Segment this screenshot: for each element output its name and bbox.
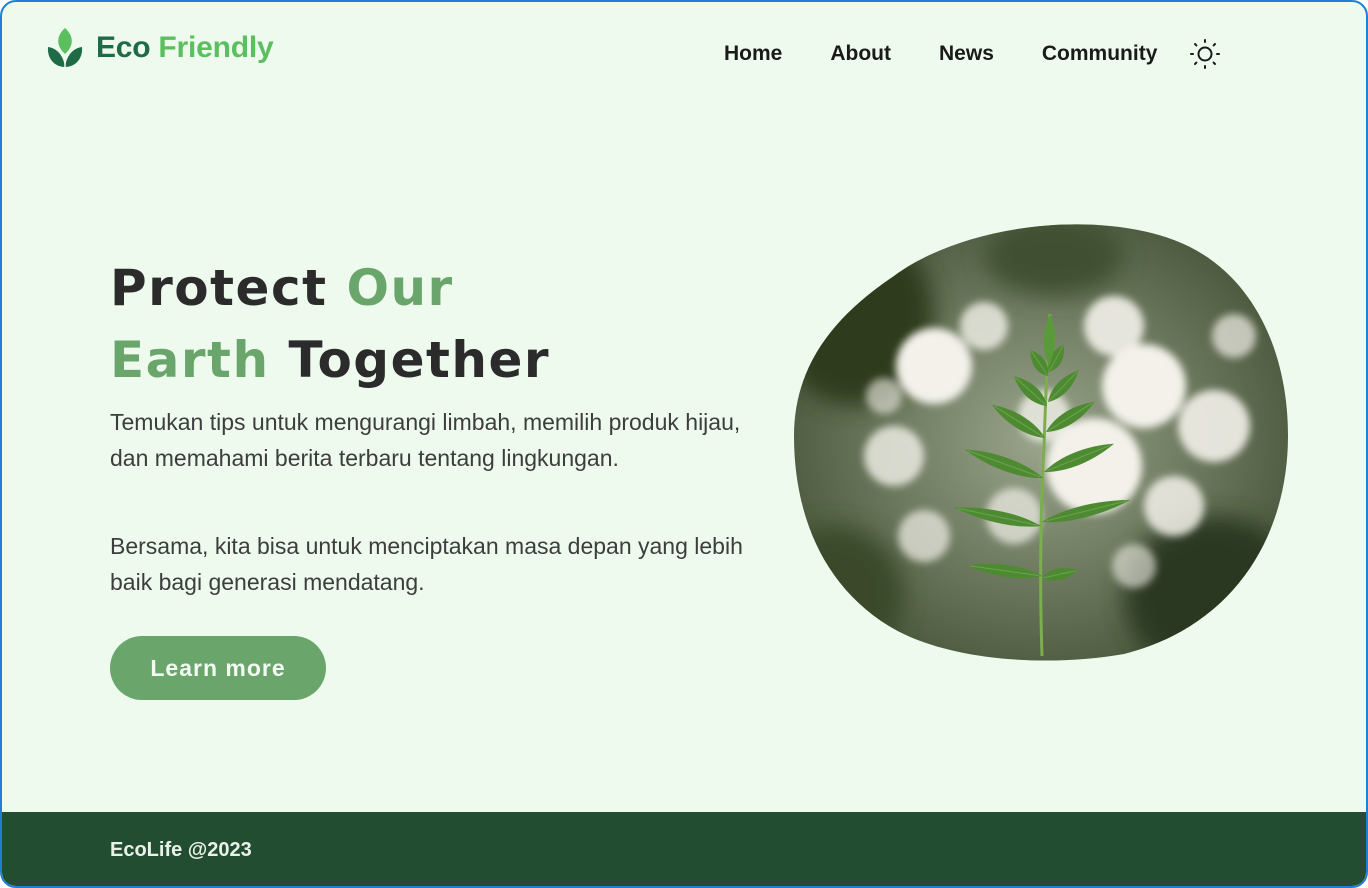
brand-logo[interactable]: Eco Friendly	[46, 24, 274, 72]
nav-community[interactable]: Community	[1042, 42, 1158, 66]
site-header: Eco Friendly Home About News Community	[2, 2, 1366, 106]
nav-home[interactable]: Home	[724, 42, 782, 66]
learn-more-button[interactable]: Learn more	[110, 636, 326, 700]
hero-title-word-our: Our	[346, 259, 454, 317]
nav-news[interactable]: News	[939, 42, 994, 66]
site-footer: EcoLife @2023	[2, 812, 1366, 886]
page-frame: Eco Friendly Home About News Community P…	[0, 0, 1368, 888]
hero-description: Temukan tips untuk mengurangi limbah, me…	[110, 409, 741, 471]
sun-icon[interactable]	[1189, 38, 1221, 70]
brand-name-eco: Eco	[96, 31, 151, 64]
leaf-icon	[47, 28, 83, 67]
main-nav: Home About News Community	[724, 38, 1221, 70]
footer-copyright: EcoLife @2023	[110, 839, 252, 861]
hero-title-word-protect: Protect	[110, 259, 328, 317]
hero-title: Protect Our Earth Together	[110, 252, 550, 396]
brand-name: Eco Friendly	[96, 31, 274, 65]
hero-title-word-together: Together	[288, 331, 551, 389]
nav-about[interactable]: About	[830, 42, 891, 66]
hero-title-word-earth: Earth	[110, 331, 270, 389]
hero-description-secondary: Bersama, kita bisa untuk menciptakan mas…	[110, 533, 743, 595]
fern-leaf-image	[794, 224, 1288, 661]
brand-name-friendly: Friendly	[158, 31, 274, 64]
